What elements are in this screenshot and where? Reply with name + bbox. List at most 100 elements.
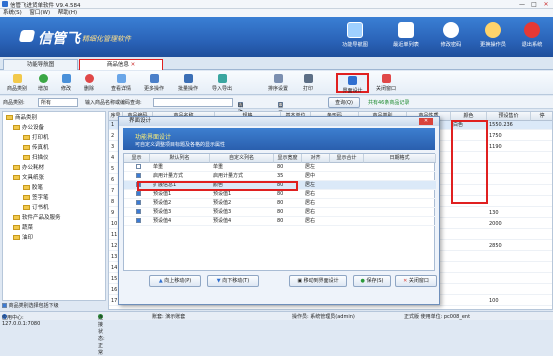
show-checkbox[interactable] bbox=[136, 218, 141, 223]
menu-window[interactable]: 窗口(W) bbox=[26, 9, 53, 17]
ui-design-button[interactable]: 界面设计 bbox=[336, 73, 369, 94]
settings-cell[interactable]: 预设值3 bbox=[213, 208, 231, 216]
search-label: 输入商品名称或编码查询: bbox=[85, 100, 142, 106]
ui-design-dialog: 界面设计 ✕ 功能界面设计 可自定义调整项目标题及各格的显示属性 显示 默认列名… bbox=[118, 116, 440, 305]
query-button[interactable]: 查询(Q) bbox=[328, 97, 360, 108]
more-actions-button[interactable]: 更多操作 bbox=[139, 73, 169, 93]
tree-item[interactable]: 办公耗材 bbox=[13, 164, 44, 172]
settings-cell[interactable]: 预设值3 bbox=[153, 208, 171, 216]
settings-cell[interactable]: 35 bbox=[277, 172, 283, 180]
settings-cell[interactable]: 预设值1 bbox=[153, 190, 171, 198]
settings-cell[interactable]: 80 bbox=[277, 190, 283, 198]
settings-row[interactable]: 预设值2 预设值2 80 居右 bbox=[124, 199, 436, 208]
col-header[interactable]: 预设售价 bbox=[487, 112, 531, 121]
settings-cell[interactable]: 预设值4 bbox=[153, 217, 171, 225]
switch-operator-button[interactable]: 更换操作员 bbox=[474, 22, 512, 55]
include-sub-checkbox[interactable]: 商品类别选择包括下级 bbox=[2, 302, 106, 311]
settings-cell[interactable]: 预设值2 bbox=[153, 199, 171, 207]
settings-cell[interactable]: 预设值1 bbox=[213, 190, 231, 198]
save-button[interactable]: ● 保存(S) bbox=[353, 275, 391, 287]
category-button[interactable]: 商品类别 bbox=[4, 73, 30, 93]
move-up-button[interactable]: ▲ 向上移动(P) bbox=[149, 275, 201, 287]
col-header[interactable]: 自定义列名 bbox=[210, 154, 274, 163]
tab-bar: 功能导航图 商品信息 ✕ bbox=[0, 57, 553, 70]
settings-cell[interactable]: 启用计量方式 bbox=[213, 172, 243, 180]
settings-cell[interactable]: 居右 bbox=[305, 217, 315, 225]
close-window-toolbar-button[interactable]: 关闭窗口 bbox=[371, 73, 401, 93]
view-detail-button[interactable]: 查看详情 bbox=[106, 73, 136, 93]
tree-item[interactable]: 扫描仪 bbox=[23, 154, 49, 162]
show-checkbox[interactable] bbox=[136, 173, 141, 178]
dialog-close-icon[interactable]: ✕ bbox=[419, 118, 433, 125]
settings-cell[interactable]: 80 bbox=[277, 163, 283, 171]
tree-item[interactable]: 软件产品及服务 bbox=[13, 214, 61, 222]
settings-cell[interactable]: 居右 bbox=[305, 208, 315, 216]
move-down-button[interactable]: ▼ 向下移动(T) bbox=[207, 275, 259, 287]
settings-cell[interactable]: 居右 bbox=[305, 190, 315, 198]
close-tab-icon[interactable]: ✕ bbox=[131, 62, 136, 68]
col-header[interactable]: 显示 bbox=[124, 154, 150, 163]
show-checkbox[interactable] bbox=[136, 164, 141, 169]
tree-item[interactable]: 蔬菜 bbox=[13, 224, 33, 232]
settings-row[interactable]: 单重 单重 80 居左 bbox=[124, 163, 436, 172]
close-window-button[interactable]: ✕ bbox=[541, 1, 551, 8]
tab-product-info[interactable]: 商品信息 ✕ bbox=[79, 59, 163, 70]
settings-row[interactable]: 启用计量方式 启用计量方式 35 居中 bbox=[124, 172, 436, 181]
col-header[interactable]: 默认列名 bbox=[150, 154, 210, 163]
col-header[interactable]: 显示宽度 bbox=[274, 154, 302, 163]
print-button[interactable]: 打印 bbox=[296, 73, 320, 93]
tree-item[interactable]: 签字笔 bbox=[23, 194, 49, 202]
settings-cell[interactable]: 居左 bbox=[305, 181, 315, 189]
settings-cell[interactable]: 80 bbox=[277, 208, 283, 216]
batch-actions-button[interactable]: 批量操作 bbox=[173, 73, 203, 93]
sort-settings-button[interactable]: 排序设置 bbox=[263, 73, 293, 93]
settings-row[interactable]: 预设值3 预设值3 80 居右 bbox=[124, 208, 436, 217]
search-input[interactable] bbox=[153, 98, 233, 107]
settings-cell[interactable]: 预设值2 bbox=[213, 199, 231, 207]
add-button[interactable]: 增加 bbox=[32, 73, 54, 93]
settings-row[interactable]: 预设值4 预设值4 80 居右 bbox=[124, 217, 436, 226]
import-export-button[interactable]: 导入导出 bbox=[207, 73, 237, 93]
tree-item[interactable]: 传真机 bbox=[23, 144, 49, 152]
change-password-button[interactable]: 修改密码 bbox=[432, 22, 470, 55]
minimize-button[interactable]: — bbox=[517, 1, 527, 8]
edit-button[interactable]: 修改 bbox=[55, 73, 77, 93]
close-dialog-button[interactable]: ✕ 关闭窗口 bbox=[395, 275, 437, 287]
settings-cell[interactable]: 单重 bbox=[153, 163, 163, 171]
col-header[interactable]: 停 bbox=[531, 112, 552, 121]
nav-map-button[interactable]: 功能导航图 bbox=[336, 22, 374, 55]
settings-cell[interactable]: 居中 bbox=[305, 172, 315, 180]
menu-system[interactable]: 系统(S) bbox=[0, 9, 25, 17]
settings-cell[interactable]: 居右 bbox=[305, 199, 315, 207]
tree-item[interactable]: 办公设备 bbox=[13, 124, 44, 132]
delete-button[interactable]: 删除 bbox=[78, 73, 100, 93]
settings-cell[interactable]: 启用计量方式 bbox=[153, 172, 183, 180]
tree-item[interactable]: 订书机 bbox=[23, 204, 49, 212]
show-checkbox[interactable] bbox=[136, 209, 141, 214]
settings-cell[interactable]: 单重 bbox=[213, 163, 223, 171]
col-header[interactable]: 对齐 bbox=[302, 154, 330, 163]
settings-cell[interactable]: 居左 bbox=[305, 163, 315, 171]
settings-row[interactable]: 预设值1 预设值1 80 居右 bbox=[124, 190, 436, 199]
category-select[interactable]: 所有 bbox=[38, 98, 78, 107]
maximize-button[interactable]: □ bbox=[529, 1, 539, 8]
move-to-design-button[interactable]: ▣ 移动到界面设计 bbox=[289, 275, 347, 287]
tab-nav-map[interactable]: 功能导航图 bbox=[3, 59, 78, 70]
col-header[interactable]: 日期格式 bbox=[364, 154, 436, 163]
exit-system-button[interactable]: 退出系统 bbox=[513, 22, 551, 55]
tree-root[interactable]: 商品类别 bbox=[6, 114, 37, 122]
recent-list-button[interactable]: 最近单列表 bbox=[387, 22, 425, 55]
settings-cell[interactable]: 预设值4 bbox=[213, 217, 231, 225]
settings-cell[interactable]: 80 bbox=[277, 199, 283, 207]
show-checkbox[interactable] bbox=[136, 200, 141, 205]
show-checkbox[interactable] bbox=[136, 191, 141, 196]
folder-icon bbox=[13, 215, 20, 220]
col-header[interactable]: 显示合计 bbox=[330, 154, 364, 163]
tree-item[interactable]: 文具纸张 bbox=[13, 174, 44, 182]
menu-help[interactable]: 帮助(H) bbox=[55, 9, 80, 17]
tree-item[interactable]: 油印 bbox=[13, 234, 33, 242]
tree-item[interactable]: 胶笔 bbox=[23, 184, 43, 192]
delete-icon bbox=[84, 74, 94, 83]
settings-cell[interactable]: 80 bbox=[277, 217, 283, 225]
tree-item[interactable]: 打印机 bbox=[23, 134, 49, 142]
